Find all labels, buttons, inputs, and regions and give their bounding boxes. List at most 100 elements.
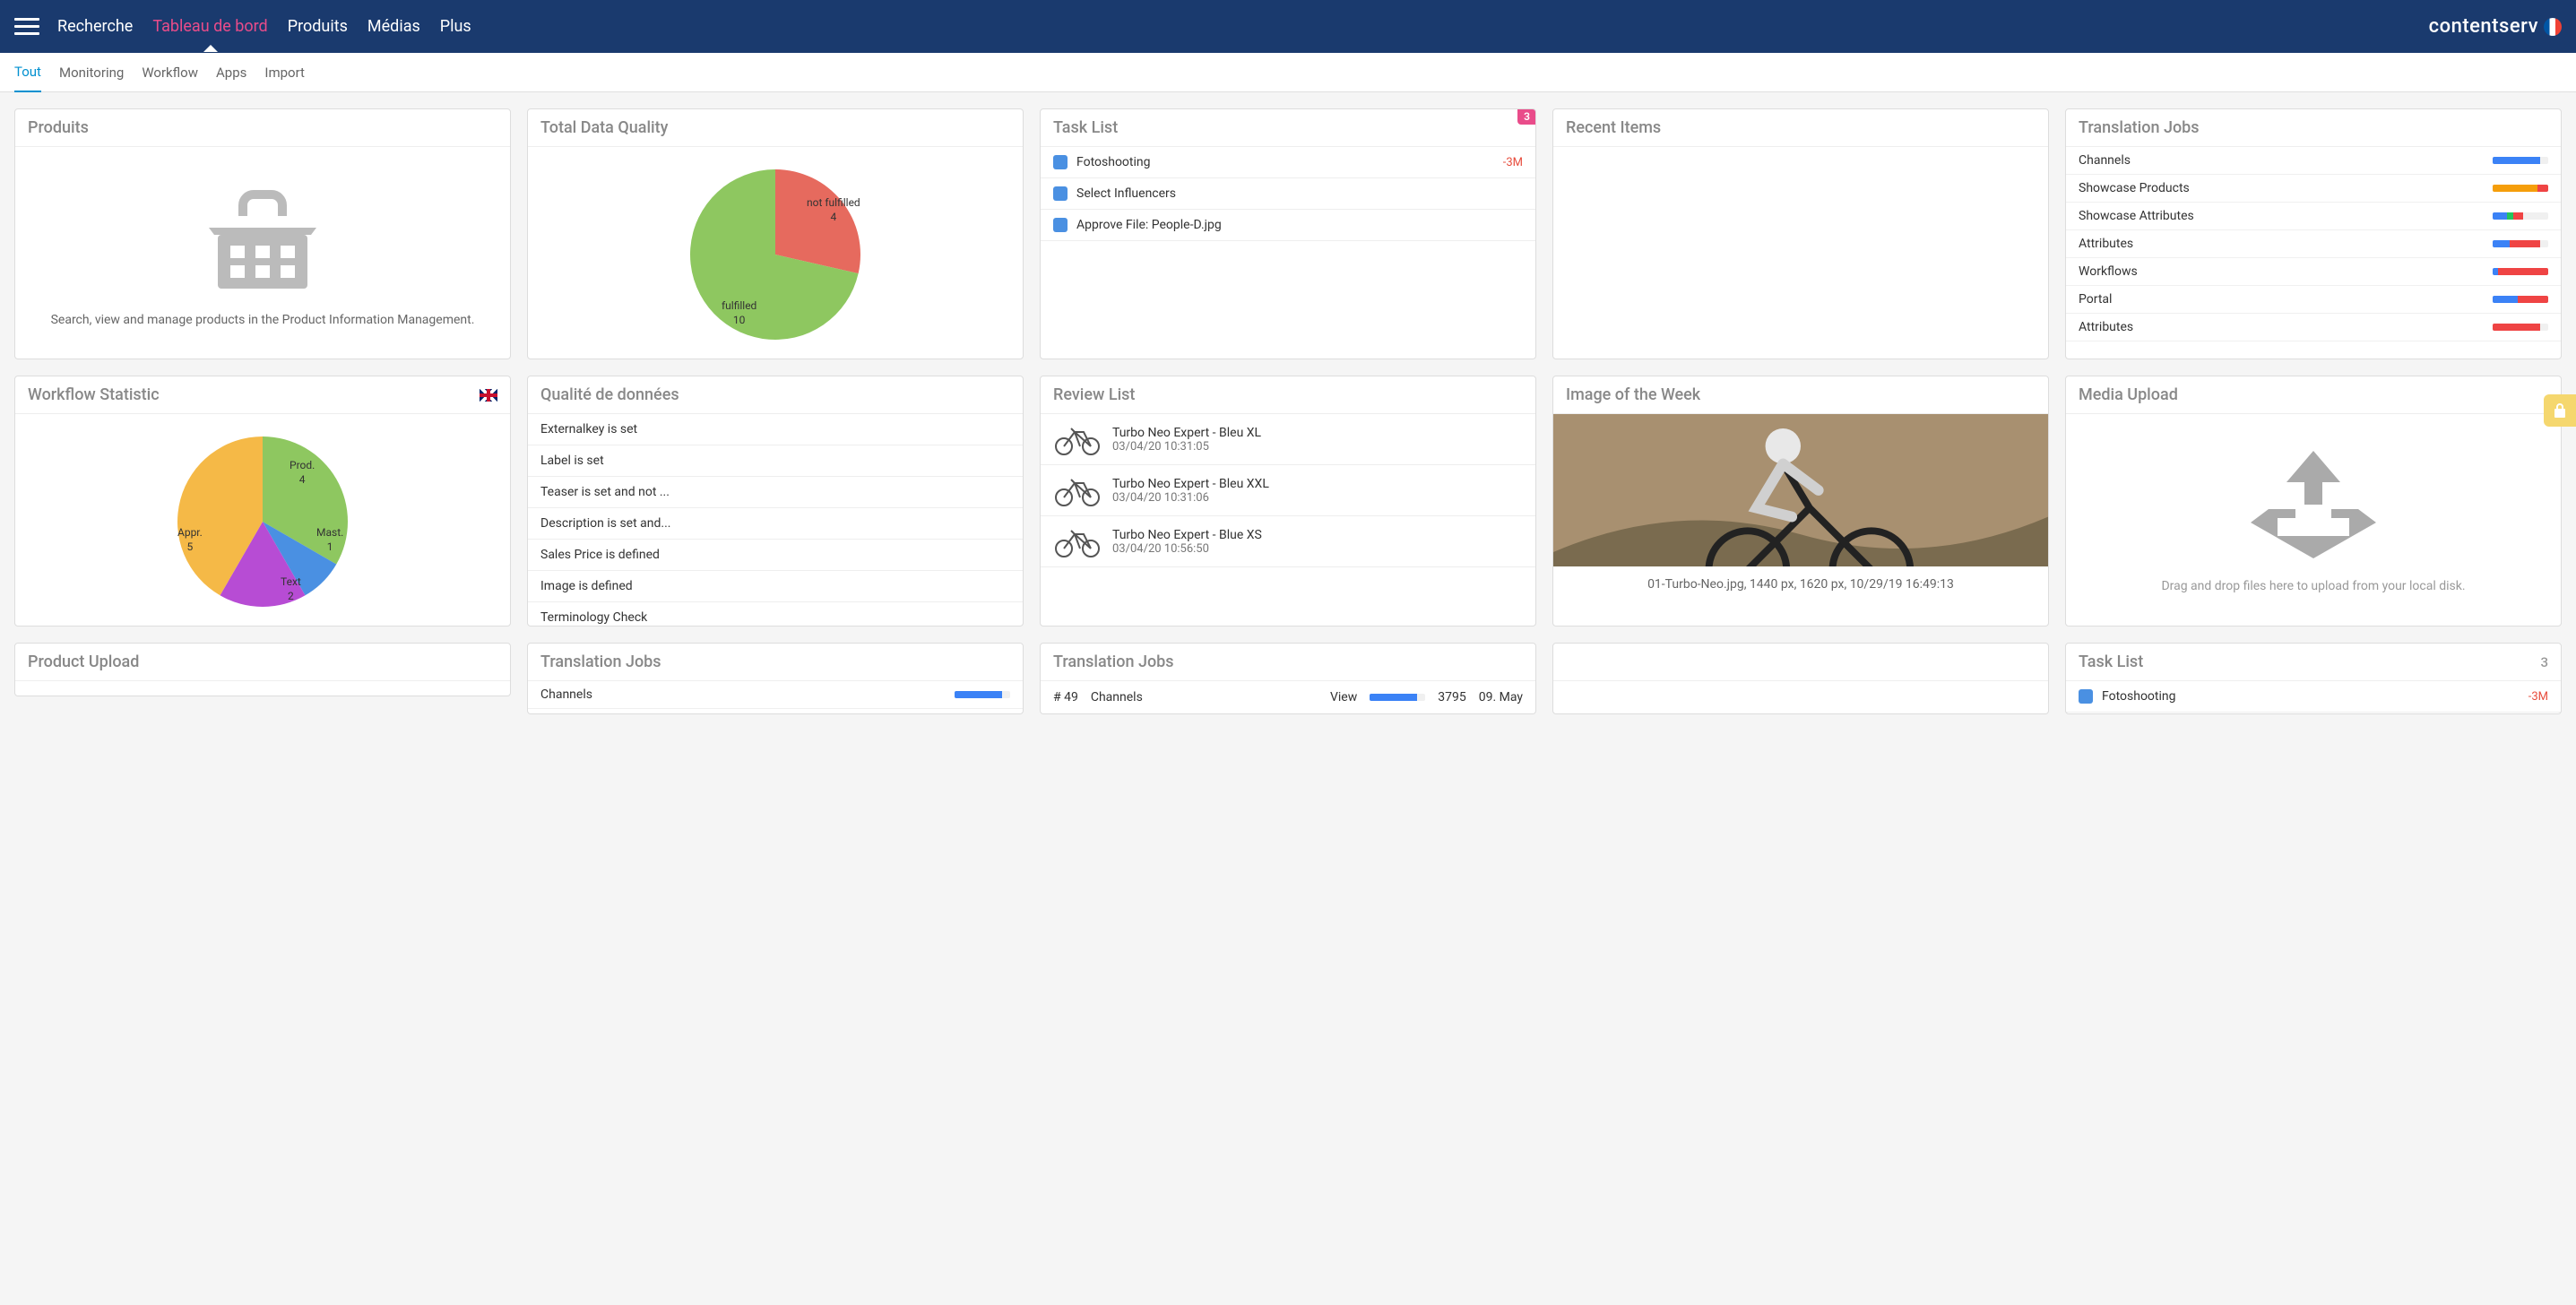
widget-translation-jobs-3: Translation Jobs # 49 Channels View 3795… — [1040, 643, 1536, 714]
tj3-count: 3795 — [1438, 690, 1465, 704]
dq-rule-row[interactable]: Image is defined — [528, 571, 1023, 602]
recent-items-body — [1553, 147, 2048, 359]
tj-row[interactable]: Showcase Products — [2066, 175, 2561, 203]
widget-qualite-donnees: Qualité de données Externalkey is setLab… — [527, 376, 1024, 627]
dq-rule-row[interactable]: Label is set — [528, 445, 1023, 477]
progress-bar — [2493, 157, 2548, 164]
dq-rule-row[interactable]: Externalkey is set — [528, 414, 1023, 445]
widget-title: Translation Jobs — [1041, 644, 1535, 681]
review-row[interactable]: Turbo Neo Expert - Bleu XL 03/04/20 10:3… — [1041, 414, 1535, 465]
dq-rule-row[interactable]: Description is set and... — [528, 508, 1023, 540]
lock-button[interactable] — [2544, 394, 2576, 427]
checkbox-icon[interactable] — [1053, 218, 1068, 232]
review-row[interactable]: Turbo Neo Expert - Blue XS 03/04/20 10:5… — [1041, 516, 1535, 567]
tj-label: Attributes — [2079, 320, 2133, 334]
flag-gb-icon — [480, 389, 497, 402]
widget-translation-jobs-2: Translation Jobs Channels — [527, 643, 1024, 714]
tj-label: Channels — [540, 687, 592, 702]
tj-label: Portal — [2079, 292, 2112, 307]
tj3-row[interactable]: # 49 Channels View 3795 09. May — [1041, 681, 1535, 714]
tab-monitoring[interactable]: Monitoring — [59, 54, 124, 91]
task-row[interactable]: Select Influencers — [1041, 178, 1535, 210]
nav-medias[interactable]: Médias — [367, 1, 420, 52]
tj3-view: View — [1330, 690, 1357, 704]
widget-title: Translation Jobs — [2066, 109, 2561, 147]
progress-bar — [2493, 185, 2548, 192]
progress-bar — [955, 691, 1010, 698]
nav-recherche[interactable]: Recherche — [57, 1, 133, 52]
nav-produits[interactable]: Produits — [288, 1, 348, 52]
tj-row[interactable]: Workflows — [2066, 258, 2561, 286]
tj-row[interactable]: Attributes — [2066, 314, 2561, 341]
review-title: Turbo Neo Expert - Bleu XXL — [1112, 477, 1269, 491]
progress-bar — [2493, 240, 2548, 247]
widget-title — [1553, 644, 2048, 681]
pie-chart[interactable]: Prod.4Mast.1Text2Appr.5 — [173, 432, 352, 611]
sub-nav: Tout Monitoring Workflow Apps Import — [0, 53, 2576, 92]
upload-icon — [2251, 446, 2376, 563]
task-time: -3M — [1503, 156, 1523, 169]
tj-label: Attributes — [2079, 237, 2133, 251]
tj3-name: Channels — [1091, 690, 1318, 704]
review-row[interactable]: Turbo Neo Expert - Bleu XXL 03/04/20 10:… — [1041, 465, 1535, 516]
review-time: 03/04/20 10:56:50 — [1112, 542, 1262, 556]
tj3-id: # 49 — [1053, 690, 1078, 704]
bike-icon — [1053, 474, 1102, 506]
nav-plus[interactable]: Plus — [440, 1, 471, 52]
translation-jobs-body: Channels Showcase Products Showcase Attr… — [2066, 147, 2561, 359]
tj-row[interactable]: Channels — [528, 681, 1023, 709]
task-row[interactable]: Approve File: People-D.jpg — [1041, 210, 1535, 241]
dq-rule-row[interactable]: Sales Price is defined — [528, 540, 1023, 571]
review-title: Turbo Neo Expert - Blue XS — [1112, 528, 1262, 542]
task-row[interactable]: Fotoshooting -3M — [2066, 681, 2561, 713]
tab-workflow[interactable]: Workflow — [142, 54, 198, 91]
task-label: Fotoshooting — [2102, 689, 2520, 704]
image-week-body[interactable]: 01-Turbo-Neo.jpg, 1440 px, 1620 px, 10/2… — [1553, 414, 2048, 626]
dq-rule-row[interactable]: Terminology Check — [528, 602, 1023, 626]
checkbox-icon[interactable] — [1053, 155, 1068, 169]
menu-icon[interactable] — [14, 14, 39, 39]
bike-icon — [1053, 423, 1102, 455]
progress-bar — [2493, 296, 2548, 303]
widget-product-upload: Product Upload — [14, 643, 511, 696]
progress-bar — [2493, 324, 2548, 331]
tj-row[interactable]: Channels — [2066, 147, 2561, 175]
brand-logo: contentserv — [2429, 15, 2562, 38]
tab-import[interactable]: Import — [264, 54, 305, 91]
produits-desc: Search, view and manage products in the … — [51, 313, 475, 327]
top-nav: Recherche Tableau de bord Produits Média… — [57, 1, 471, 52]
tab-tout[interactable]: Tout — [14, 53, 41, 92]
tj-row[interactable]: Showcase Attributes — [2066, 203, 2561, 230]
widget-recent-items: Recent Items — [1552, 108, 2049, 359]
task-row[interactable]: Fotoshooting -3M — [1041, 147, 1535, 178]
widget-empty — [1552, 643, 2049, 714]
media-upload-desc: Drag and drop files here to upload from … — [2161, 579, 2465, 593]
widget-title: Workflow Statistic — [15, 376, 510, 414]
pie-chart[interactable]: not fulfilled4fulfilled10 — [686, 165, 865, 344]
widget-workflow-statistic: Workflow Statistic Prod.4Mast.1Text2Appr… — [14, 376, 511, 627]
produits-body[interactable]: Search, view and manage products in the … — [15, 147, 510, 359]
task-label: Fotoshooting — [1076, 155, 1494, 169]
basket-icon — [200, 178, 325, 295]
widget-produits: Produits Search, view and manage product… — [14, 108, 511, 359]
widget-title: Task List 3 — [2066, 644, 2561, 681]
checkbox-icon[interactable] — [2079, 689, 2093, 704]
top-header: Recherche Tableau de bord Produits Média… — [0, 0, 2576, 53]
review-list-body: Turbo Neo Expert - Bleu XL 03/04/20 10:3… — [1041, 414, 1535, 626]
task-list-body: Fotoshooting -3M Select Influencers Appr… — [1041, 147, 1535, 359]
workflow-stat-title: Workflow Statistic — [28, 385, 160, 404]
tj3-date: 09. May — [1479, 690, 1523, 704]
tab-apps[interactable]: Apps — [216, 54, 246, 91]
dashboard: Produits Search, view and manage product… — [0, 92, 2576, 730]
tj-label: Channels — [2079, 153, 2131, 168]
checkbox-icon[interactable] — [1053, 186, 1068, 201]
widget-title: Recent Items — [1553, 109, 2048, 147]
dq-rule-row[interactable]: Teaser is set and not ... — [528, 477, 1023, 508]
tj-row[interactable]: Portal — [2066, 286, 2561, 314]
tj-label: Showcase Products — [2079, 181, 2190, 195]
review-time: 03/04/20 10:31:05 — [1112, 440, 1261, 454]
nav-tableau-de-bord[interactable]: Tableau de bord — [152, 1, 267, 52]
media-upload-dropzone[interactable]: Drag and drop files here to upload from … — [2066, 414, 2561, 626]
widget-title: Media Upload — [2066, 376, 2561, 414]
tj-row[interactable]: Attributes — [2066, 230, 2561, 258]
